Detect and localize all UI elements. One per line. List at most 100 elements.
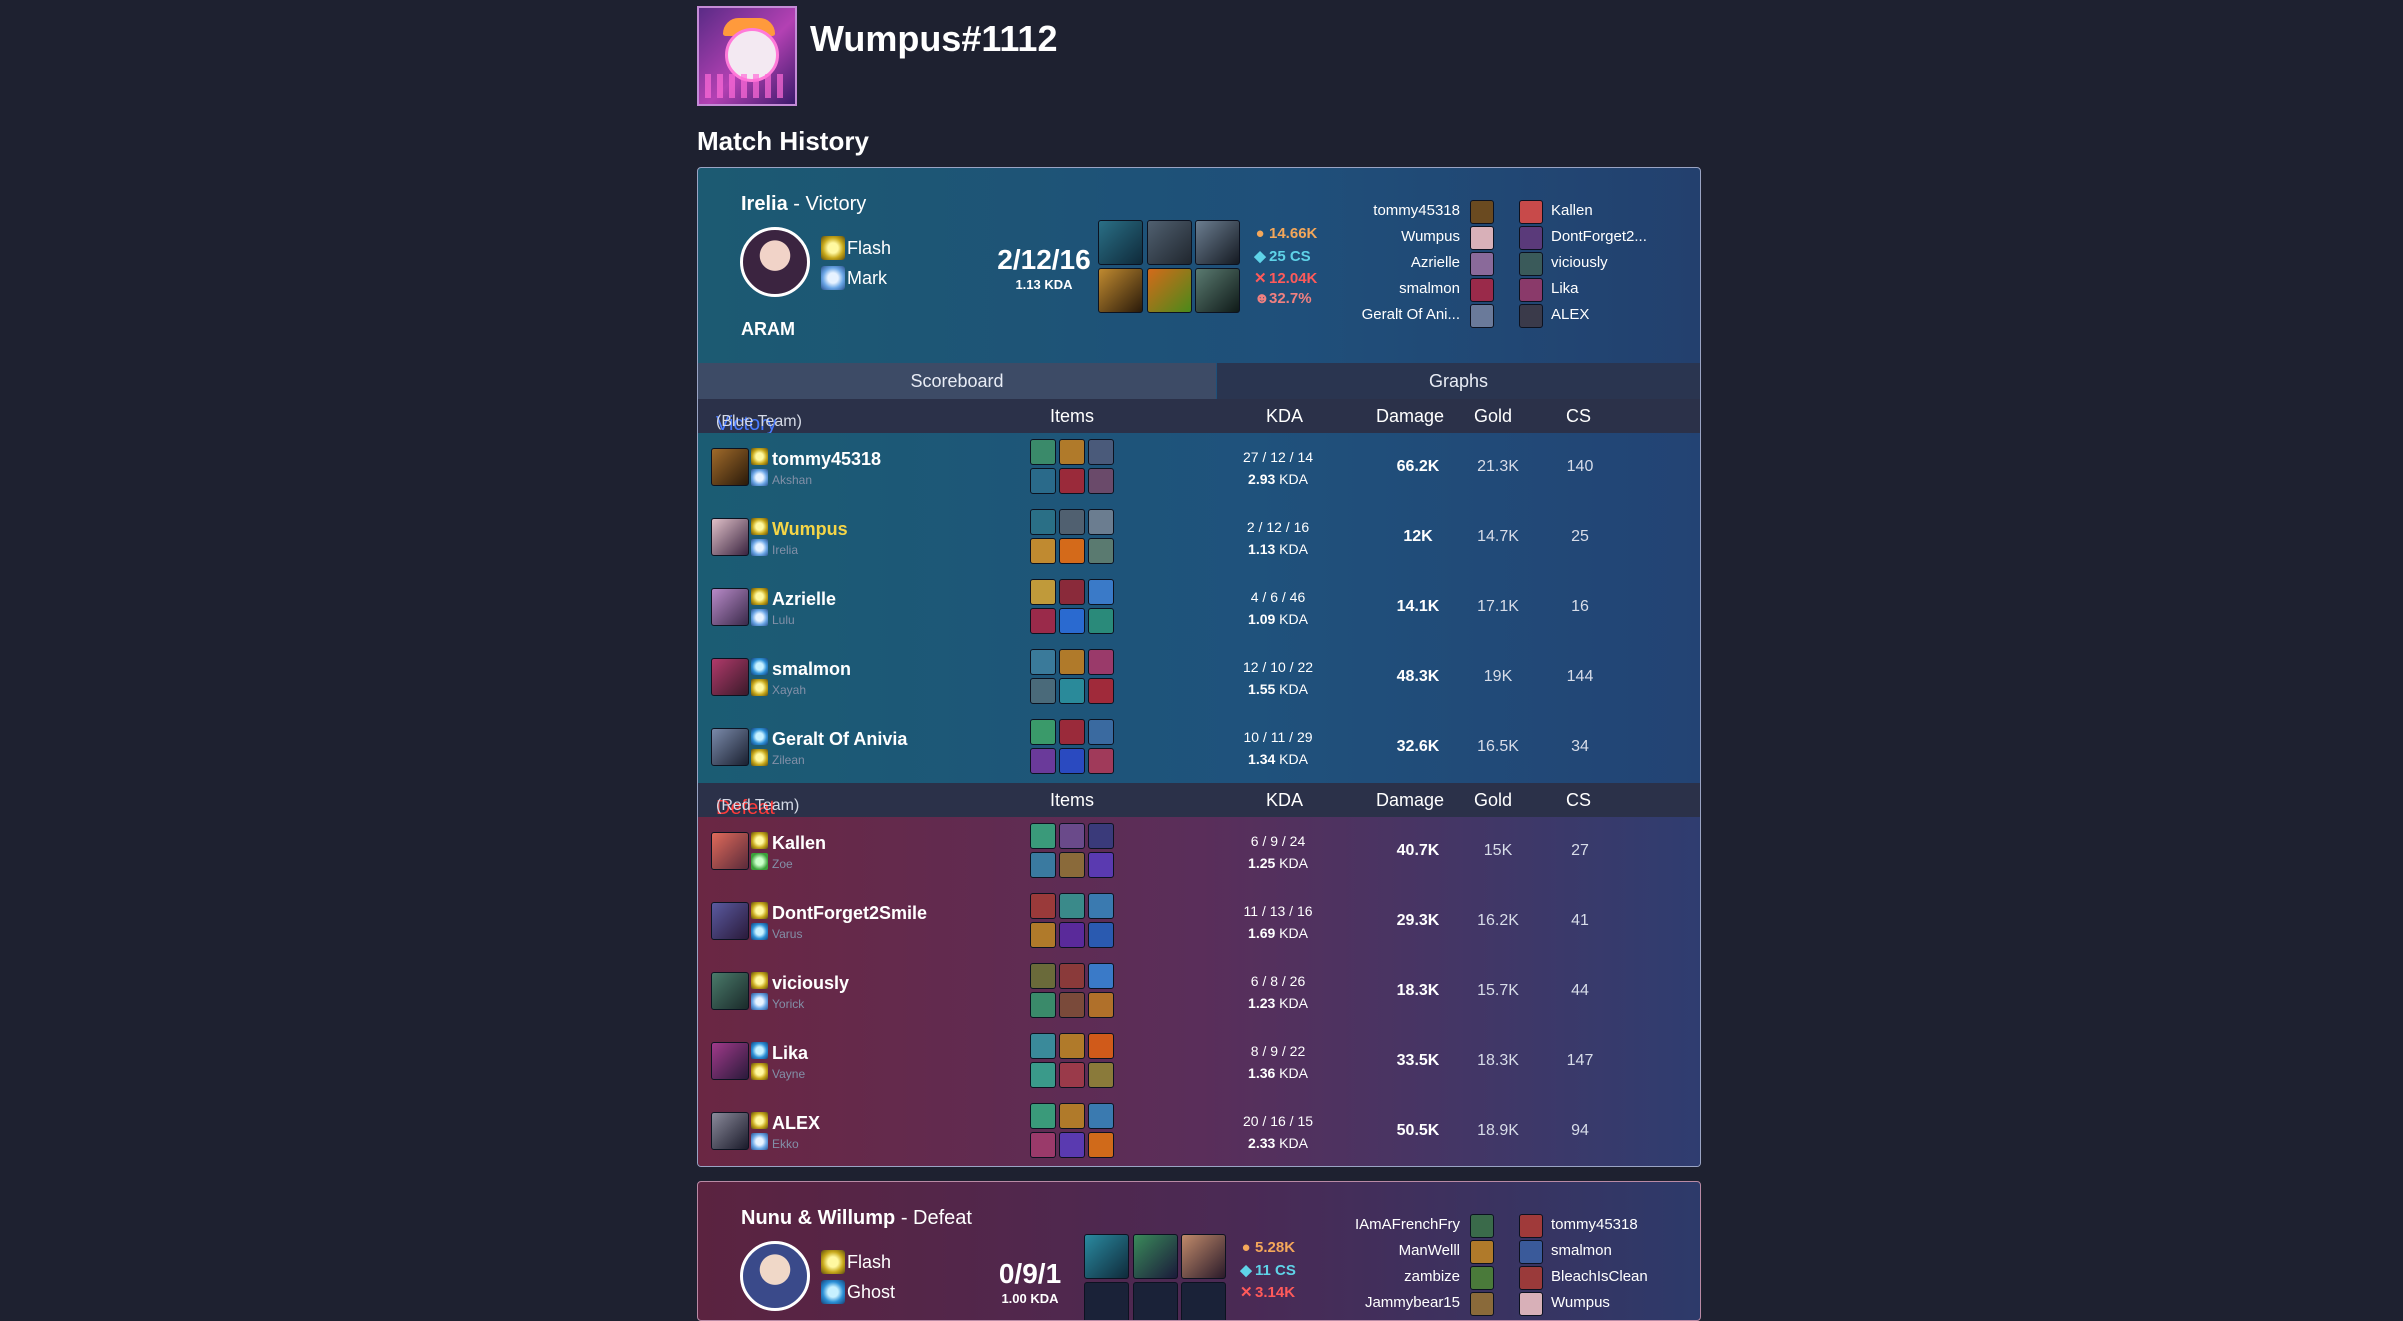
item-icon: [1030, 608, 1056, 634]
item-icon: [1098, 268, 1143, 313]
table-row[interactable]: Wumpus Irelia 2 / 12 / 16 1.13 KDA 12K 1…: [698, 503, 1700, 573]
item-icon: [1059, 1103, 1085, 1129]
minion-icon: ◆: [1240, 1262, 1252, 1279]
item-icon: [1088, 439, 1114, 465]
flash-icon: [751, 832, 768, 849]
item-icon: [1059, 992, 1085, 1018]
table-row[interactable]: DontForget2Smile Varus 11 / 13 / 16 1.69…: [698, 887, 1700, 957]
flash-icon: [821, 1250, 845, 1274]
player-name[interactable]: ALEX: [772, 1113, 820, 1134]
player-cs: 94: [1571, 1122, 1589, 1139]
item-icon: [1088, 468, 1114, 494]
cs-value: 11 CS: [1255, 1262, 1296, 1279]
table-row[interactable]: Kallen Zoe 6 / 9 / 24 1.25 KDA 40.7K 15K…: [698, 817, 1700, 887]
player-cs: 147: [1566, 1052, 1594, 1069]
player-items: [1030, 1033, 1120, 1089]
blue-participant[interactable]: zambize: [1404, 1268, 1460, 1285]
player-items: [1030, 963, 1120, 1019]
match-card[interactable]: Nunu & Willump - Defeat Flash Ghost 0/9/…: [697, 1181, 1701, 1321]
item-icon: [1133, 1234, 1178, 1279]
blue-participant[interactable]: Wumpus: [1401, 228, 1460, 245]
match-card[interactable]: Irelia - Victory Flash Mark ARAM 2/12/16…: [697, 167, 1701, 1167]
blue-participant[interactable]: Jammybear15: [1365, 1294, 1460, 1311]
empty-item-slot: [1181, 1282, 1226, 1320]
table-row[interactable]: smalmon Xayah 12 / 10 / 22 1.55 KDA 48.3…: [698, 643, 1700, 713]
blue-participant[interactable]: tommy45318: [1373, 202, 1460, 219]
champion-name: Zoe: [772, 857, 793, 871]
champion-icon: [1470, 278, 1494, 302]
player-name[interactable]: tommy45318: [772, 449, 881, 470]
player-cs: 25: [1571, 528, 1589, 545]
player-name[interactable]: Lika: [772, 1043, 808, 1064]
player-name[interactable]: Azrielle: [772, 589, 836, 610]
flash-icon: [751, 972, 768, 989]
table-row[interactable]: tommy45318 Akshan 27 / 12 / 14 2.93 KDA …: [698, 433, 1700, 503]
red-participant[interactable]: BleachIsClean: [1551, 1268, 1648, 1285]
gold-value: 5.28K: [1255, 1239, 1296, 1256]
player-name[interactable]: Kallen: [772, 833, 826, 854]
champion-icon: [711, 902, 749, 940]
player-name[interactable]: smalmon: [772, 659, 851, 680]
red-participant[interactable]: smalmon: [1551, 1242, 1612, 1259]
table-row[interactable]: ALEX Ekko 20 / 16 / 15 2.33 KDA 50.5K 18…: [698, 1097, 1700, 1166]
champion-icon: [1470, 1240, 1494, 1264]
blue-participant[interactable]: Geralt Of Ani...: [1362, 306, 1460, 323]
cs-stat: ◆ 11 CS: [1240, 1261, 1296, 1279]
player-kda-ratio: 1.09 KDA: [1248, 611, 1308, 627]
blue-participant[interactable]: IAmAFrenchFry: [1355, 1216, 1460, 1233]
items-header: Items: [1050, 790, 1095, 810]
tab-scoreboard[interactable]: Scoreboard: [698, 363, 1216, 399]
red-participant[interactable]: tommy45318: [1551, 1216, 1638, 1233]
champion-portrait: [740, 227, 810, 297]
kda-header: KDA: [1266, 406, 1304, 426]
table-row[interactable]: Lika Vayne 8 / 9 / 22 1.36 KDA 33.5K 18.…: [698, 1027, 1700, 1097]
player-name[interactable]: DontForget2Smile: [772, 903, 927, 924]
spell-2-label: Ghost: [847, 1282, 896, 1302]
blue-participant[interactable]: ManWelll: [1399, 1242, 1460, 1259]
table-row[interactable]: Azrielle Lulu 4 / 6 / 46 1.09 KDA 14.1K …: [698, 573, 1700, 643]
items-header: Items: [1050, 406, 1095, 426]
item-icon: [1030, 678, 1056, 704]
ghost-icon: [751, 658, 768, 675]
champion-icon: [711, 1042, 749, 1080]
item-icon: [1059, 922, 1085, 948]
item-icon: [1088, 893, 1114, 919]
gold-stat: ● 5.28K: [1240, 1239, 1295, 1256]
player-name-highlight[interactable]: Wumpus: [772, 519, 848, 540]
item-icon: [1030, 1062, 1056, 1088]
blue-participant[interactable]: smalmon: [1399, 280, 1460, 297]
player-name[interactable]: viciously: [772, 973, 849, 994]
item-icon: [1059, 678, 1085, 704]
item-icon: [1088, 608, 1114, 634]
item-icon: [1030, 963, 1056, 989]
item-icon: [1147, 220, 1192, 265]
player-name[interactable]: Geralt Of Anivia: [772, 729, 907, 750]
champion-icon: [1470, 304, 1494, 328]
match-title: Irelia - Victory: [741, 193, 866, 216]
item-icon: [1030, 509, 1056, 535]
red-team-rows: Kallen Zoe 6 / 9 / 24 1.25 KDA 40.7K 15K…: [698, 817, 1700, 1166]
spell-2-label: Mark: [847, 268, 887, 288]
blue-participant[interactable]: Azrielle: [1411, 254, 1460, 271]
champion-name: Yorick: [772, 997, 805, 1011]
mark-icon: [751, 469, 768, 486]
player-items: [1030, 893, 1120, 949]
item-icon: [1030, 823, 1056, 849]
table-row[interactable]: Geralt Of Anivia Zilean 10 / 11 / 29 1.3…: [698, 713, 1700, 783]
red-participant[interactable]: DontForget2...: [1551, 228, 1647, 245]
red-participant[interactable]: Wumpus: [1551, 1294, 1610, 1311]
champion-icon: [1470, 1292, 1494, 1316]
item-icon: [1059, 608, 1085, 634]
player-kda-ratio: 1.69 KDA: [1248, 925, 1308, 941]
red-participant[interactable]: ALEX: [1551, 306, 1589, 323]
player-kda: 2 / 12 / 16: [1246, 519, 1310, 535]
red-participant[interactable]: Lika: [1551, 280, 1579, 297]
red-participant[interactable]: Kallen: [1551, 202, 1593, 219]
player-items: [1030, 823, 1120, 879]
tab-graphs[interactable]: Graphs: [1217, 363, 1700, 399]
item-icon: [1088, 538, 1114, 564]
table-row[interactable]: viciously Yorick 6 / 8 / 26 1.23 KDA 18.…: [698, 957, 1700, 1027]
ghost-icon: [821, 1280, 845, 1304]
item-icon: [1059, 823, 1085, 849]
red-participant[interactable]: viciously: [1551, 254, 1608, 271]
